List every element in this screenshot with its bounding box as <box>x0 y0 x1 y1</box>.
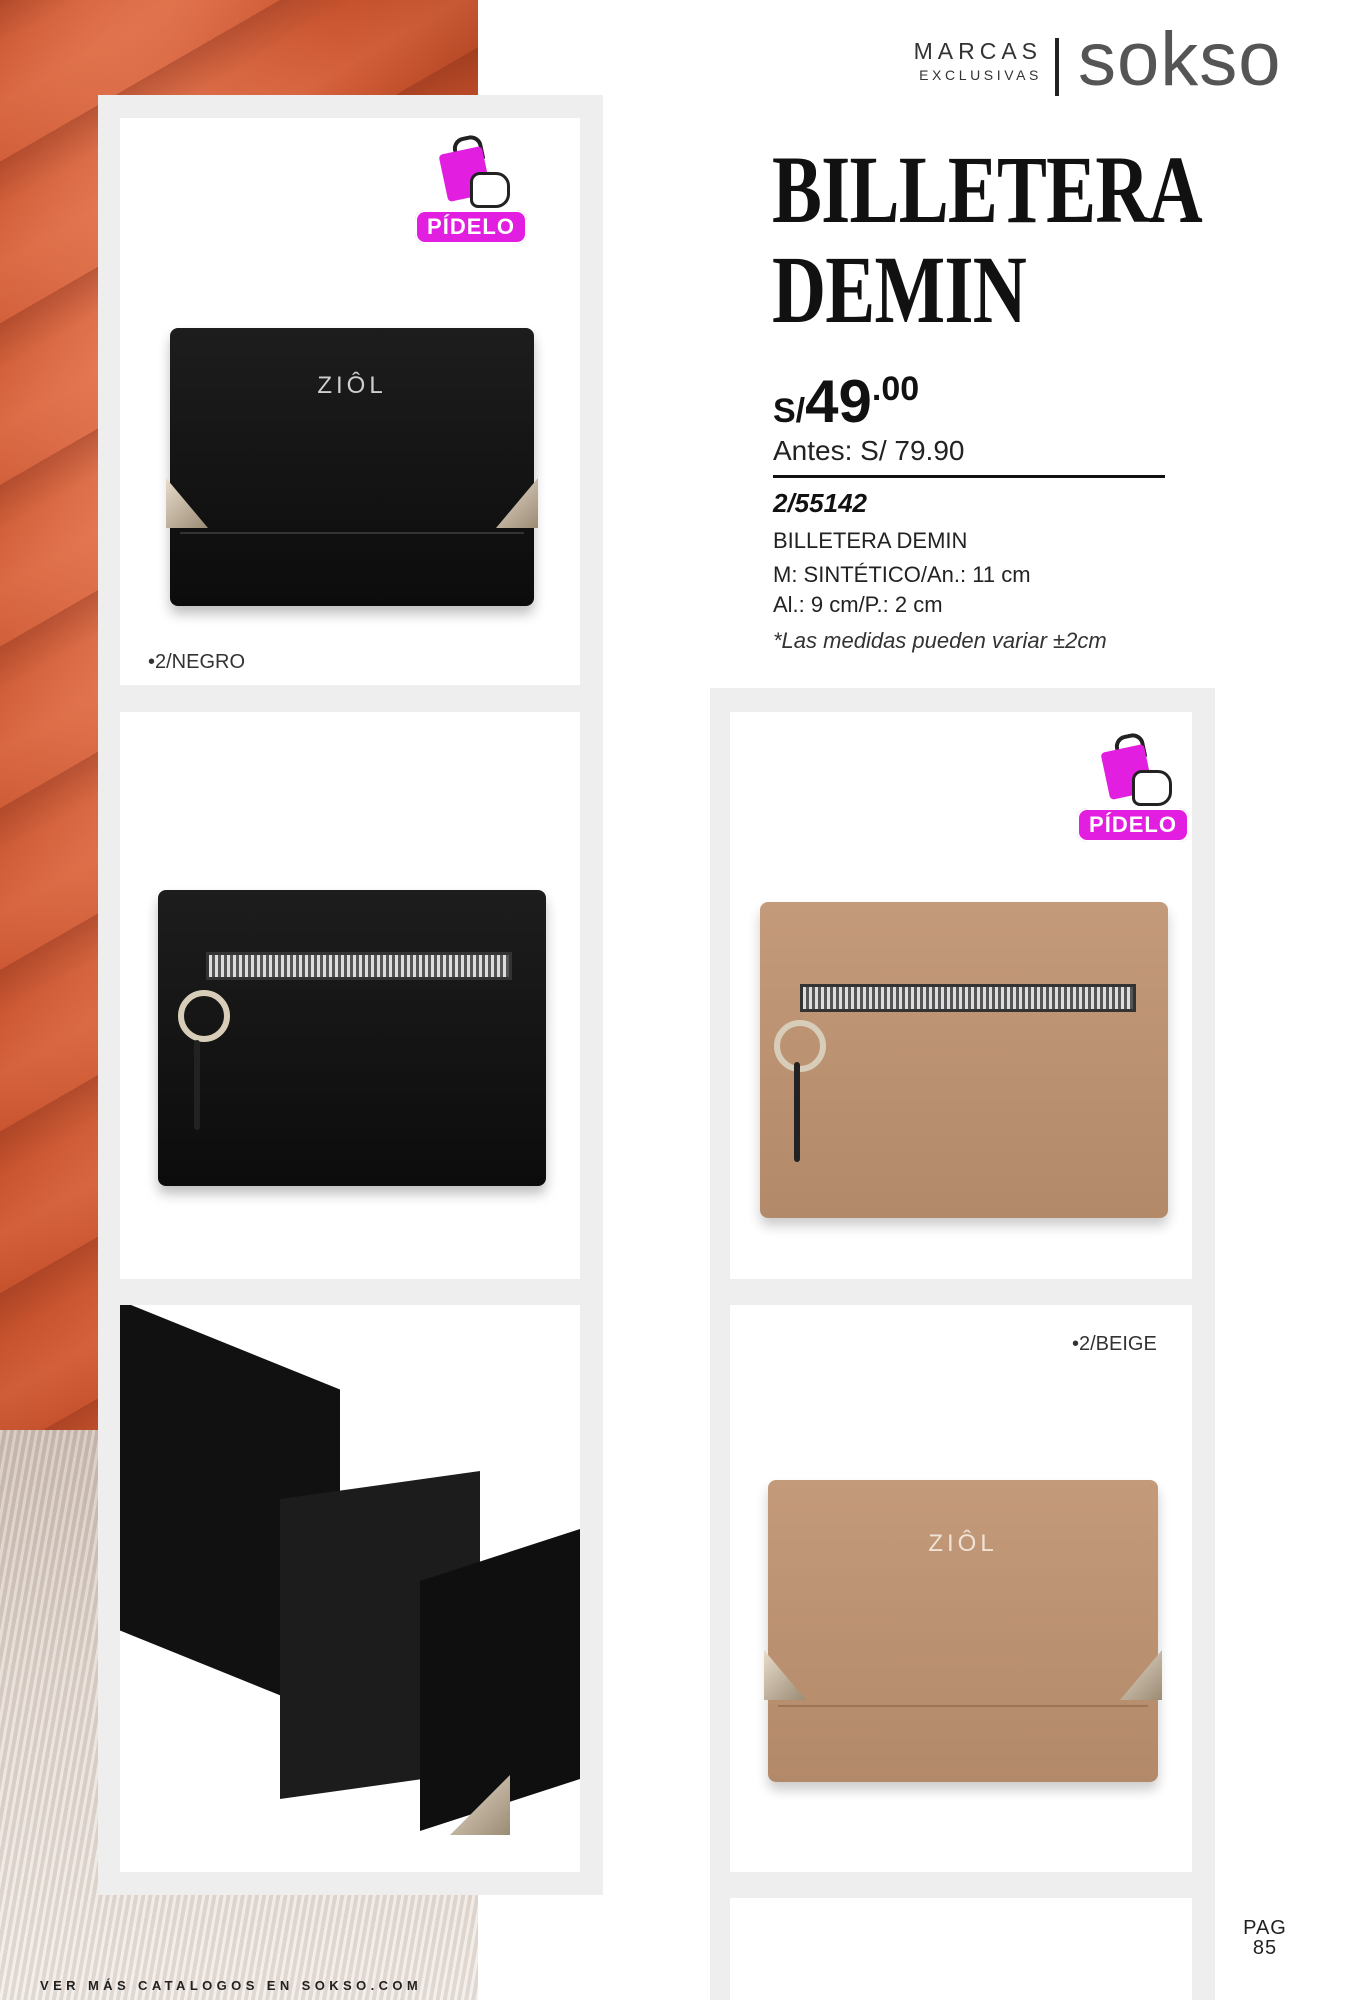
price-divider <box>773 475 1165 478</box>
hand-pointer-icon <box>1132 770 1172 806</box>
page-label: PAG <box>1243 1917 1287 1939</box>
wallet-logo: ZIÔL <box>317 372 387 399</box>
measure-note: *Las medidas pueden variar ±2cm <box>773 628 1107 653</box>
product-image-black-open[interactable] <box>120 1305 580 1872</box>
product-material: M: SINTÉTICO/An.: 11 cm <box>773 562 1031 587</box>
wallet-corner-left <box>166 478 208 528</box>
pidelo-label: PÍDELO <box>415 210 527 244</box>
pidelo-button[interactable]: PÍDELO <box>415 132 535 252</box>
variant-beige-label: •2/BEIGE <box>1072 1333 1157 1355</box>
wallet-corner-right <box>1120 1650 1162 1700</box>
zipper <box>206 952 512 980</box>
zipper-ring <box>178 990 230 1042</box>
title-line-2: DEMIN <box>772 236 1027 343</box>
title-line-1: BILLETERA <box>772 136 1203 243</box>
wallet-flap-edge <box>180 532 524 534</box>
zipper-slit <box>794 1062 800 1162</box>
brand-divider <box>1055 38 1059 96</box>
wallet-flap-edge <box>778 1705 1148 1707</box>
wallet-black-back <box>158 890 546 1186</box>
wallet-logo: ZIÔL <box>928 1530 998 1557</box>
brand-marcas: MARCAS <box>913 38 1042 64</box>
product-image-black-front[interactable]: PÍDELO ZIÔL •2/NEGRO <box>120 118 580 685</box>
product-name: BILLETERA DEMIN <box>773 528 968 553</box>
zipper-slit <box>194 1040 200 1130</box>
footer-link[interactable]: VER MÁS CATALOGOS EN SOKSO.COM <box>40 1978 422 1993</box>
product-image-beige-back[interactable]: PÍDELO <box>730 712 1192 1279</box>
price-decimals: .00 <box>871 370 920 408</box>
price-currency: S/ <box>773 392 806 430</box>
price-int: 49 <box>805 368 872 435</box>
product-image-partial <box>730 1898 1192 2000</box>
product-code: 2/55142 <box>773 488 867 518</box>
wallet-black-front: ZIÔL <box>166 328 538 606</box>
sokso-logo[interactable]: sokso <box>1078 22 1282 98</box>
previous-price: Antes: S/ 79.90 <box>773 435 965 466</box>
wallet-corner-right <box>496 478 538 528</box>
product-image-beige-front[interactable]: •2/BEIGE ZIÔL <box>730 1305 1192 1872</box>
pidelo-button[interactable]: PÍDELO <box>1077 730 1192 850</box>
hand-pointer-icon <box>470 172 510 208</box>
price: S/49.00 <box>773 372 919 432</box>
wallet-beige-back <box>760 902 1168 1218</box>
wallet-beige-front: ZIÔL <box>764 1480 1162 1782</box>
pidelo-label: PÍDELO <box>1077 808 1189 842</box>
page-num: 85 <box>1252 1937 1278 1959</box>
variant-black-label: •2/NEGRO <box>148 651 246 673</box>
product-dimensions: Al.: 9 cm/P.: 2 cm <box>773 592 943 617</box>
brand-exclusivas: EXCLUSIVAS <box>919 67 1042 83</box>
wallet-corner-left <box>764 1650 806 1700</box>
zipper-ring <box>774 1020 826 1072</box>
product-image-black-back[interactable] <box>120 712 580 1279</box>
product-title: BILLETERA DEMIN <box>772 136 1203 343</box>
page-number: PAG 85 <box>1230 1918 1300 1958</box>
zipper <box>800 984 1136 1012</box>
